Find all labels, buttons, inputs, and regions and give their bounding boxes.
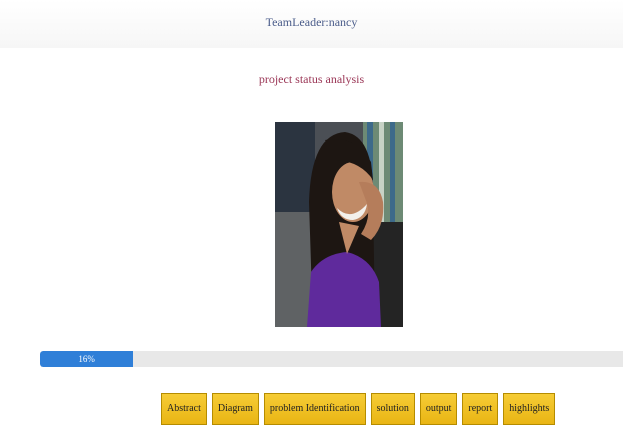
team-leader-label: TeamLeader:nancy — [265, 15, 358, 29]
diagram-button[interactable]: Diagram — [211, 393, 259, 425]
report-button[interactable]: report — [462, 393, 499, 425]
solution-button[interactable]: solution — [370, 393, 415, 425]
progress-fill: 16% — [40, 351, 134, 367]
problem-identification-button[interactable]: problem Identification — [263, 393, 366, 425]
output-button[interactable]: output — [419, 393, 458, 425]
team-member-photo — [275, 122, 403, 327]
page-title: project status analysis — [258, 72, 365, 86]
progress-bar: 16% — [40, 351, 623, 367]
abstract-button[interactable]: Abstract — [161, 393, 207, 425]
highlights-button[interactable]: highlights — [503, 393, 556, 425]
photo-illustration — [275, 122, 403, 327]
section-tab-bar: Abstract Diagram problem Identification … — [161, 393, 556, 425]
